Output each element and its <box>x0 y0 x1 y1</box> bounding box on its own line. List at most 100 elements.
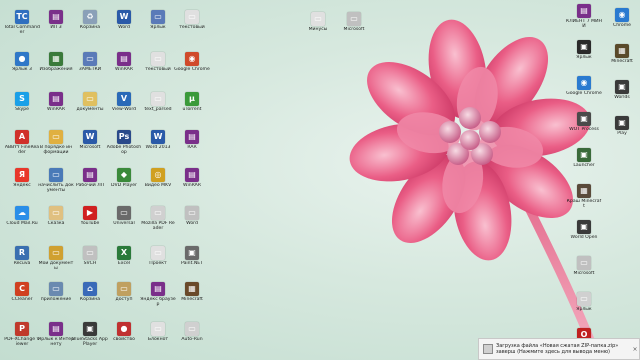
desktop-shortcut[interactable]: A ABBYY FineReader <box>4 130 40 162</box>
desktop-shortcut[interactable]: W Word 2013 <box>140 130 176 162</box>
desktop-shortcut[interactable]: ● Ярлык 3 <box>4 52 40 84</box>
desktop-shortcut[interactable]: Я Яндекс <box>4 168 40 200</box>
desktop-shortcut[interactable]: ⌂ Корзина <box>72 282 108 314</box>
desktop-shortcut[interactable]: ◉ Google Chrome <box>566 76 602 108</box>
desktop-shortcut[interactable]: ▭ Блокнот <box>140 322 176 354</box>
desktop-shortcut[interactable]: ▤ RAR <box>174 130 210 162</box>
desktop-shortcut[interactable]: ▭ Проект <box>140 246 176 278</box>
desktop-shortcut[interactable]: ♻ Корзина <box>72 10 108 42</box>
shortcut-label: RAR <box>187 145 197 150</box>
desktop-shortcut[interactable]: µ uTorrent <box>174 92 210 124</box>
desktop-shortcut[interactable]: ▭ Mozilla PDF Reader <box>140 206 176 238</box>
desktop-shortcut[interactable]: ▭ Мои документы <box>38 246 74 278</box>
desktop-shortcut[interactable]: ▭ Universal <box>106 206 142 238</box>
desktop-shortcut[interactable]: ▣ BlueStacks App Player <box>72 322 108 354</box>
shortcut-label: CCleaner <box>11 297 33 302</box>
desktop-shortcut[interactable]: ▭ Microsoft <box>566 256 602 288</box>
shortcut-label: доступ <box>115 297 133 302</box>
desktop-shortcut[interactable]: ▤ Яндекс браузер <box>140 282 176 314</box>
shortcut-label: Google Chrome <box>566 91 602 96</box>
desktop-shortcut[interactable]: ▭ документы <box>72 92 108 124</box>
desktop-shortcut[interactable]: ▦ Краш Minecraft <box>566 184 602 216</box>
shortcut-label: WinRAR <box>47 107 65 112</box>
shortcut-icon: ▭ <box>151 92 165 106</box>
desktop-shortcut[interactable]: ▭ начислить документы <box>38 168 74 200</box>
desktop-shortcut[interactable]: Ps Adobe Photoshop <box>106 130 142 162</box>
desktop-shortcut[interactable]: ▭ Минусы <box>300 12 336 44</box>
shortcut-icon: ☁ <box>15 206 29 220</box>
shortcut-label: WinRAR <box>183 183 201 188</box>
desktop-shortcut[interactable]: V View-Word <box>106 92 142 124</box>
desktop-shortcut[interactable]: ◉ Google Chrome <box>174 52 210 84</box>
close-icon[interactable]: × <box>631 346 639 353</box>
desktop-shortcut[interactable]: ▣ Ярлык <box>566 40 602 72</box>
desktop-shortcut[interactable]: ▤ ИП 3 <box>38 10 74 42</box>
desktop-shortcut[interactable]: ▭ В порядке информации <box>38 130 74 162</box>
desktop-shortcut[interactable]: ▭ text_parsed <box>140 92 176 124</box>
shortcut-label: Auto-Run <box>181 337 203 342</box>
shortcut-icon: ▭ <box>185 206 199 220</box>
shortcut-label: Word <box>186 221 198 226</box>
shortcut-icon: ⌂ <box>83 282 97 296</box>
shortcut-icon: R <box>15 246 29 260</box>
desktop-shortcut[interactable]: ▤ WinRAR <box>174 168 210 200</box>
desktop-shortcut[interactable]: ▭ Word <box>174 206 210 238</box>
shortcut-icon: Ps <box>117 130 131 144</box>
desktop-shortcut[interactable]: ▭ Auto-Run <box>174 322 210 354</box>
desktop-shortcut[interactable]: ▭ Ярлык <box>140 10 176 42</box>
shortcut-icon: ▭ <box>49 168 63 182</box>
shortcut-label: Minecraft <box>181 297 203 302</box>
desktop-shortcut[interactable]: ▣ Paint.NET <box>174 246 210 278</box>
shortcut-label: ИП 3 <box>50 25 62 30</box>
desktop-shortcut[interactable]: ▭ Microsoft <box>336 12 372 44</box>
desktop-shortcut[interactable]: ▭ Сказка <box>38 206 74 238</box>
shortcut-icon: ▭ <box>577 292 591 306</box>
desktop-shortcut[interactable]: ▭ SVCH <box>72 246 108 278</box>
desktop-shortcut[interactable]: ◉ Chrome <box>604 8 640 40</box>
desktop-shortcut[interactable]: ▭ Ярлык <box>566 292 602 324</box>
shortcut-label: SVCH <box>83 261 97 266</box>
shortcut-icon: ▭ <box>83 92 97 106</box>
shortcut-icon: P <box>15 322 29 336</box>
desktop-shortcut[interactable]: ▤ Рабочий ЛП <box>72 168 108 200</box>
desktop-shortcut[interactable]: ● свойство <box>106 322 142 354</box>
download-complete-notification[interactable]: Загрузка файла «Новая сжатая ZIP-папка.z… <box>478 338 640 360</box>
desktop-shortcut[interactable]: W Word <box>106 10 142 42</box>
desktop-shortcut[interactable]: ▣ Launcher <box>566 148 602 180</box>
shortcut-icon: ▦ <box>615 44 629 58</box>
shortcut-label: Корзина <box>79 25 101 30</box>
desktop-shortcut[interactable]: R Recuva <box>4 246 40 278</box>
desktop-shortcut[interactable]: ▭ ЗАМЕТКИ <box>72 52 108 84</box>
desktop-shortcut[interactable]: ▦ Minecraft <box>174 282 210 314</box>
desktop-shortcut[interactable]: ▭ текстовый <box>174 10 210 42</box>
desktop-shortcut[interactable]: ▭ приложение <box>38 282 74 314</box>
desktop-shortcut[interactable]: P PDF-XChange Viewer <box>4 322 40 354</box>
shortcut-label: Проект <box>149 261 167 266</box>
desktop-shortcut[interactable]: ▤ WinRAR <box>38 92 74 124</box>
desktop-shortcut[interactable]: C CCleaner <box>4 282 40 314</box>
shortcut-label: PDF-XChange Viewer <box>4 337 40 348</box>
desktop-shortcut[interactable]: ▤ КЛИЕНТ 7 МИНИ <box>566 4 602 36</box>
desktop-shortcut[interactable]: ▭ доступ <box>106 282 142 314</box>
desktop-shortcut[interactable]: X Excel <box>106 246 142 278</box>
desktop-shortcut[interactable]: ☁ Cloud Mail.Ru <box>4 206 40 238</box>
desktop-shortcut[interactable]: ▤ WinRAR <box>106 52 142 84</box>
shortcut-icon: ▭ <box>185 322 199 336</box>
desktop-shortcut[interactable]: S Skype <box>4 92 40 124</box>
desktop-shortcut[interactable]: ▶ YouTube <box>72 206 108 238</box>
shortcut-icon: ▣ <box>577 148 591 162</box>
desktop-shortcut[interactable]: ▣ Play <box>604 116 640 148</box>
desktop-shortcut[interactable]: ◎ Видео MKV <box>140 168 176 200</box>
desktop-shortcut[interactable]: ▣ WOT Process <box>566 112 602 144</box>
desktop-shortcut[interactable]: ▦ Изображения <box>38 52 74 84</box>
desktop-shortcut[interactable]: TC Total Commander <box>4 10 40 42</box>
desktop-shortcut[interactable]: W Microsoft <box>72 130 108 162</box>
desktop-shortcut[interactable]: ▤ Ярлык к Интернету <box>38 322 74 354</box>
desktop-shortcut[interactable]: ▦ Minecraft <box>604 44 640 76</box>
desktop-shortcut[interactable]: ◆ DVD Player <box>106 168 142 200</box>
desktop-shortcut[interactable]: ▣ Worlds <box>604 80 640 112</box>
shortcut-label: Ярлык <box>150 25 166 30</box>
desktop-shortcut[interactable]: ▭ текстовый <box>140 52 176 84</box>
desktop-shortcut[interactable]: ▣ World Open <box>566 220 602 252</box>
shortcut-icon: Я <box>15 168 29 182</box>
